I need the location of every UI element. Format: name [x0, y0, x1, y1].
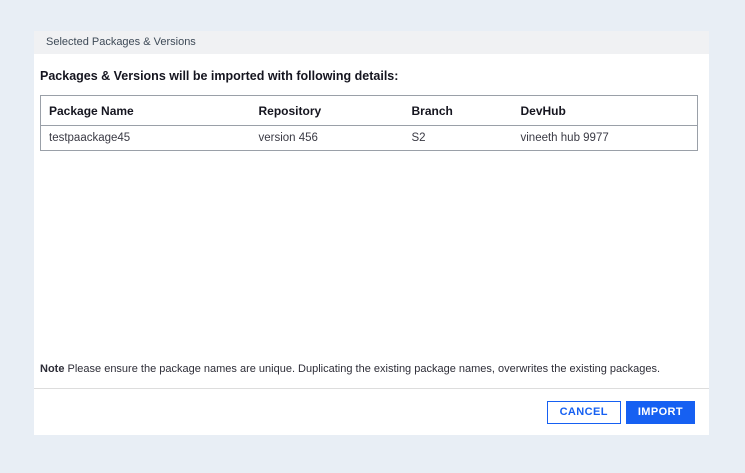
packages-table: Package Name Repository Branch DevHub te…: [40, 95, 698, 151]
cell-repository: version 456: [258, 132, 318, 144]
table-header-row: Package Name Repository Branch DevHub: [40, 95, 698, 126]
cancel-button[interactable]: CANCEL: [546, 400, 621, 424]
dialog-title: Selected Packages & Versions: [34, 31, 709, 54]
column-header-repository: Repository: [250, 95, 404, 126]
note-message: Please ensure the package names are uniq…: [64, 363, 661, 375]
cell-package-name: testpaackage45: [49, 132, 131, 144]
dialog-footer: CANCEL IMPORT: [34, 389, 709, 435]
cell-branch: S2: [411, 132, 426, 144]
table-row: testpaackage45 version 456 S2 vineeth hu…: [41, 126, 698, 151]
column-header-devhub: DevHub: [512, 95, 698, 126]
note-label: Note: [40, 363, 65, 375]
import-button[interactable]: IMPORT: [625, 400, 695, 424]
note-text: Note Please ensure the package names are…: [40, 363, 698, 375]
import-packages-dialog: Selected Packages & Versions Packages & …: [34, 31, 709, 435]
dialog-body: Packages & Versions will be imported wit…: [34, 54, 709, 388]
column-header-package-name: Package Name: [40, 95, 251, 126]
column-header-branch: Branch: [403, 95, 513, 126]
cell-devhub: vineeth hub 9977: [520, 132, 609, 144]
import-details-heading: Packages & Versions will be imported wit…: [40, 69, 399, 83]
